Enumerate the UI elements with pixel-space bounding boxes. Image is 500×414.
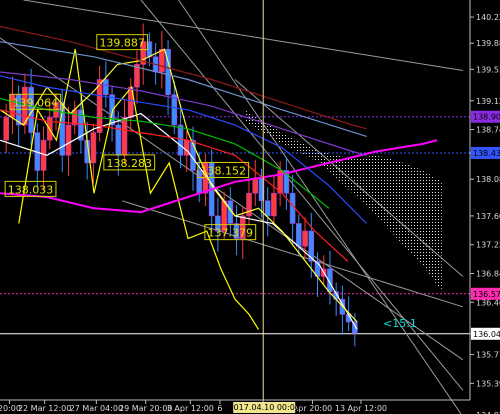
- candle-body: [3, 117, 10, 141]
- annotation-label-4: 138.033: [8, 183, 54, 196]
- candle-body: [171, 94, 178, 126]
- candle-body: [252, 177, 259, 194]
- candle-body: [90, 132, 97, 164]
- annotation-label-5: 137.379: [208, 227, 254, 240]
- price-tag-label-3: 136.044: [473, 330, 500, 339]
- chart-window: 139.887 139.064 138.283 138.152 138.033 137.3…: [0, 0, 500, 414]
- annotation-label-2: 138.283: [107, 157, 153, 170]
- price-chart: 139.887 139.064 138.283 138.152 138.033 137.3…: [0, 0, 500, 414]
- y-tick-label: 138.740: [476, 126, 500, 135]
- x-tick-label: 6: [217, 404, 222, 413]
- y-tick-label: 139.120: [476, 97, 500, 106]
- x-tick-label: 3 Apr 12:00: [167, 404, 214, 413]
- candle-body: [271, 192, 277, 217]
- cursor-label: 2017.04.10 00:00: [228, 403, 299, 412]
- candle-body: [121, 117, 128, 156]
- candle-body: [264, 200, 271, 217]
- y-tick-label: 137.220: [476, 241, 500, 250]
- x-tick-label: 13 Apr 12:00: [335, 404, 387, 413]
- candle-body: [177, 124, 184, 156]
- candle-body: [96, 79, 103, 133]
- y-tick-label: 137.600: [476, 212, 500, 221]
- x-tick-label: 29 Mar 20:00: [119, 404, 172, 413]
- candle-body: [302, 230, 308, 247]
- annotation-label-1: 139.064: [13, 96, 59, 109]
- price-tag-label-2: 136.572: [473, 290, 500, 299]
- candle-body: [159, 48, 165, 73]
- annotation-label-3: 138.152: [201, 164, 247, 177]
- candle-body: [103, 79, 109, 95]
- y-tick-label: 140.225: [476, 13, 500, 22]
- y-tick-label: 139.880: [476, 39, 500, 48]
- y-tick-label: 138.085: [476, 175, 500, 184]
- candle-body: [296, 223, 302, 247]
- price-tag-label-1: 138.431: [473, 149, 500, 158]
- y-tick-label: 139.535: [476, 65, 500, 74]
- x-tick-label: 22 Mar 12:00: [18, 404, 71, 413]
- price-tag-label-0: 138.909: [473, 113, 500, 122]
- ratio-label: <15:1: [383, 317, 417, 330]
- y-tick-label: 136.840: [476, 269, 500, 278]
- candle-body: [65, 124, 72, 156]
- y-tick-label: 135.390: [476, 379, 500, 388]
- y-tick-label: 135.770: [476, 351, 500, 360]
- annotation-label-0: 139.887: [99, 37, 145, 50]
- x-tick-label: 27 Mar 04:00: [70, 404, 123, 413]
